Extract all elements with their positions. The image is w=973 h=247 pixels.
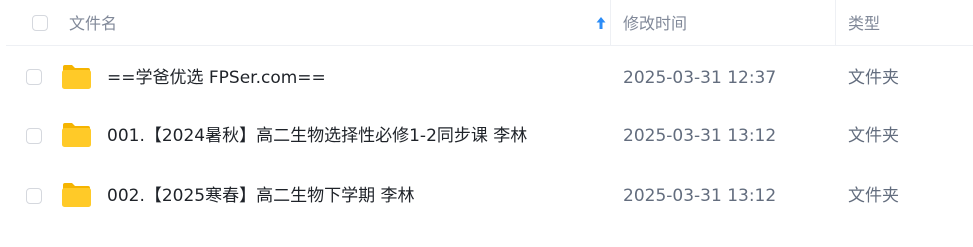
column-divider[interactable] [610,0,611,46]
row-checkbox[interactable] [26,188,42,204]
select-all-checkbox[interactable] [32,15,48,31]
column-header-type[interactable]: 类型 [848,13,880,35]
folder-icon [62,183,91,207]
file-name[interactable]: 002.【2025寒春】高二生物下学期 李林 [107,185,415,207]
file-type: 文件夹 [848,186,899,206]
folder-icon [62,65,91,89]
file-type: 文件夹 [848,126,899,146]
table-row[interactable]: ==学爸优选 FPSer.com== 2025-03-31 12:37 文件夹 [6,48,973,108]
file-name[interactable]: ==学爸优选 FPSer.com== [107,67,326,89]
row-checkbox[interactable] [26,69,42,85]
modified-time: 2025-03-31 12:37 [623,68,777,88]
row-checkbox[interactable] [26,128,42,144]
table-row[interactable]: 001.【2024暑秋】高二生物选择性必修1-2同步课 李林 2025-03-3… [6,106,973,166]
file-type: 文件夹 [848,68,899,88]
table-header: 文件名 修改时间 类型 [6,0,973,46]
modified-time: 2025-03-31 13:12 [623,186,777,206]
file-list-table: 文件名 修改时间 类型 ==学爸优选 FPSer.com== 2025-03-3… [0,0,973,247]
table-row[interactable]: 002.【2025寒春】高二生物下学期 李林 2025-03-31 13:12 … [6,166,973,226]
column-header-name[interactable]: 文件名 [69,13,117,35]
column-header-modified[interactable]: 修改时间 [623,13,687,35]
file-name[interactable]: 001.【2024暑秋】高二生物选择性必修1-2同步课 李林 [107,125,527,147]
arrow-up-icon[interactable] [595,16,607,30]
modified-time: 2025-03-31 13:12 [623,126,777,146]
folder-icon [62,123,91,147]
column-divider[interactable] [835,0,836,46]
